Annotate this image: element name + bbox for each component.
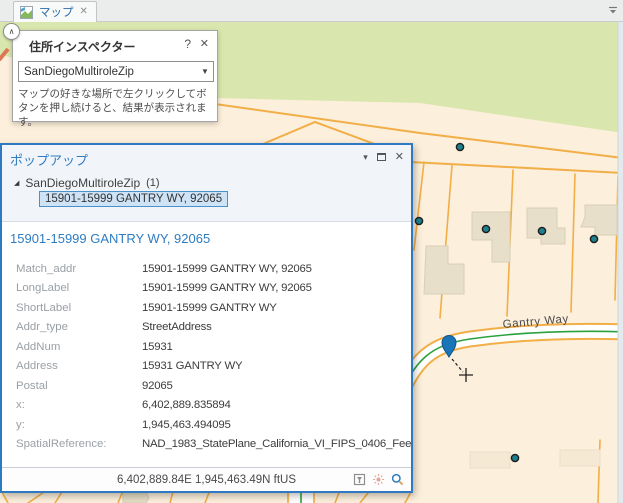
status-bar-icons: [353, 473, 404, 486]
field-label: Address: [16, 360, 142, 372]
locator-dropdown-value: SanDiegoMultiroleZip: [19, 66, 197, 78]
road-gantry-way: [398, 331, 623, 400]
map-right-edge-strip: [618, 22, 623, 503]
field-value: 15901-15999 GANTRY WY: [142, 302, 277, 314]
field-value: 6,402,889.835894: [142, 399, 231, 411]
address-inspector-title: 住所インスペクター: [29, 38, 135, 55]
attribute-table: Match_addr 15901-15999 GANTRY WY, 92065 …: [2, 259, 411, 454]
tab-map-label: マップ: [39, 4, 74, 20]
chevron-up-icon: ∧: [9, 27, 15, 36]
popup-menu-caret-icon[interactable]: ▾: [363, 152, 368, 163]
tree-expand-icon[interactable]: ◢: [14, 179, 19, 187]
field-value: StreetAddress: [142, 321, 212, 333]
selected-result-item[interactable]: 15901-15999 GANTRY WY, 92065: [39, 191, 228, 207]
table-row: x: 6,402,889.835894: [2, 396, 411, 416]
layer-name: SanDiegoMultiroleZip: [25, 176, 140, 190]
field-label: x:: [16, 399, 142, 411]
flash-location-icon[interactable]: [372, 473, 385, 486]
app-window: Gantry Way マップ ✕: [0, 0, 623, 503]
field-label: AddNum: [16, 341, 142, 353]
locator-dropdown[interactable]: SanDiegoMultiroleZip ▼: [18, 61, 214, 82]
layer-feature-count: (1): [146, 177, 159, 189]
field-value: 15901-15999 GANTRY WY, 92065: [142, 282, 312, 294]
popup-body: 15901-15999 GANTRY WY, 92065 Match_addr …: [2, 221, 411, 491]
tab-close-icon[interactable]: ✕: [80, 7, 88, 17]
popup-dock-icon[interactable]: [377, 153, 386, 161]
result-heading: 15901-15999 GANTRY WY, 92065: [2, 222, 411, 246]
field-label: SpatialReference:: [16, 438, 142, 450]
overlay-collapse-button[interactable]: ∧: [3, 23, 20, 40]
field-label: LongLabel: [16, 282, 142, 294]
tab-overflow-button[interactable]: [607, 4, 619, 16]
table-row: Addr_type StreetAddress: [2, 318, 411, 338]
field-value: 15931 GANTRY WY: [142, 360, 242, 372]
view-tab-bar: マップ ✕: [0, 0, 623, 22]
field-label: y:: [16, 419, 142, 431]
popup-window-controls: ▾ ✕: [363, 150, 404, 164]
coordinate-readout: 6,402,889.84E 1,945,463.49N ftUS: [117, 474, 296, 486]
address-point-dots: [415, 143, 597, 461]
select-extent-icon[interactable]: [353, 473, 366, 486]
popup-close-icon[interactable]: ✕: [395, 152, 404, 163]
table-row: SpatialReference: NAD_1983_StatePlane_Ca…: [2, 435, 411, 455]
field-label: Match_addr: [16, 263, 142, 275]
popup-header[interactable]: ポップアップ ▾ ✕: [2, 145, 411, 171]
help-icon[interactable]: ?: [184, 37, 191, 51]
map-tab-icon: [20, 6, 33, 19]
address-inspector-panel: 住所インスペクター ? ✕ SanDiegoMultiroleZip ▼ マップ…: [12, 30, 218, 122]
popup-layer-tree-item[interactable]: ◢ SanDiegoMultiroleZip (1): [14, 176, 160, 190]
field-value: 1,945,463.494095: [142, 419, 231, 431]
table-row: AddNum 15931: [2, 337, 411, 357]
zoom-to-icon[interactable]: [391, 473, 404, 486]
table-row: Postal 92065: [2, 376, 411, 396]
table-row: ShortLabel 15901-15999 GANTRY WY: [2, 298, 411, 318]
table-row: Address 15931 GANTRY WY: [2, 357, 411, 377]
popup-panel: ポップアップ ▾ ✕ ◢ SanDiegoMultiroleZip (1) 15…: [0, 143, 413, 493]
popup-status-bar: 6,402,889.84E 1,945,463.49N ftUS: [2, 467, 411, 491]
chevron-down-icon: ▼: [197, 67, 213, 76]
pin-leader-line: [452, 359, 463, 372]
crosshair-icon: [459, 368, 473, 382]
address-inspector-header: 住所インスペクター ? ✕: [13, 31, 217, 57]
field-label: Postal: [16, 380, 142, 392]
table-row: Match_addr 15901-15999 GANTRY WY, 92065: [2, 259, 411, 279]
inspector-instructions: マップの好きな場所で左クリックしてボタンを押し続けると、結果が表示されます。: [18, 87, 215, 129]
field-value: 15901-15999 GANTRY WY, 92065: [142, 263, 312, 275]
tab-overflow-icon: [608, 6, 618, 15]
field-label: Addr_type: [16, 321, 142, 333]
field-value: 92065: [142, 380, 173, 392]
field-value: 15931: [142, 341, 173, 353]
field-value: NAD_1983_StatePlane_California_VI_FIPS_0…: [142, 438, 411, 450]
field-label: ShortLabel: [16, 302, 142, 314]
close-icon[interactable]: ✕: [200, 37, 209, 50]
popup-title: ポップアップ: [10, 150, 88, 169]
table-row: LongLabel 15901-15999 GANTRY WY, 92065: [2, 279, 411, 299]
table-row: y: 1,945,463.494095: [2, 415, 411, 435]
tab-map[interactable]: マップ ✕: [13, 1, 97, 22]
